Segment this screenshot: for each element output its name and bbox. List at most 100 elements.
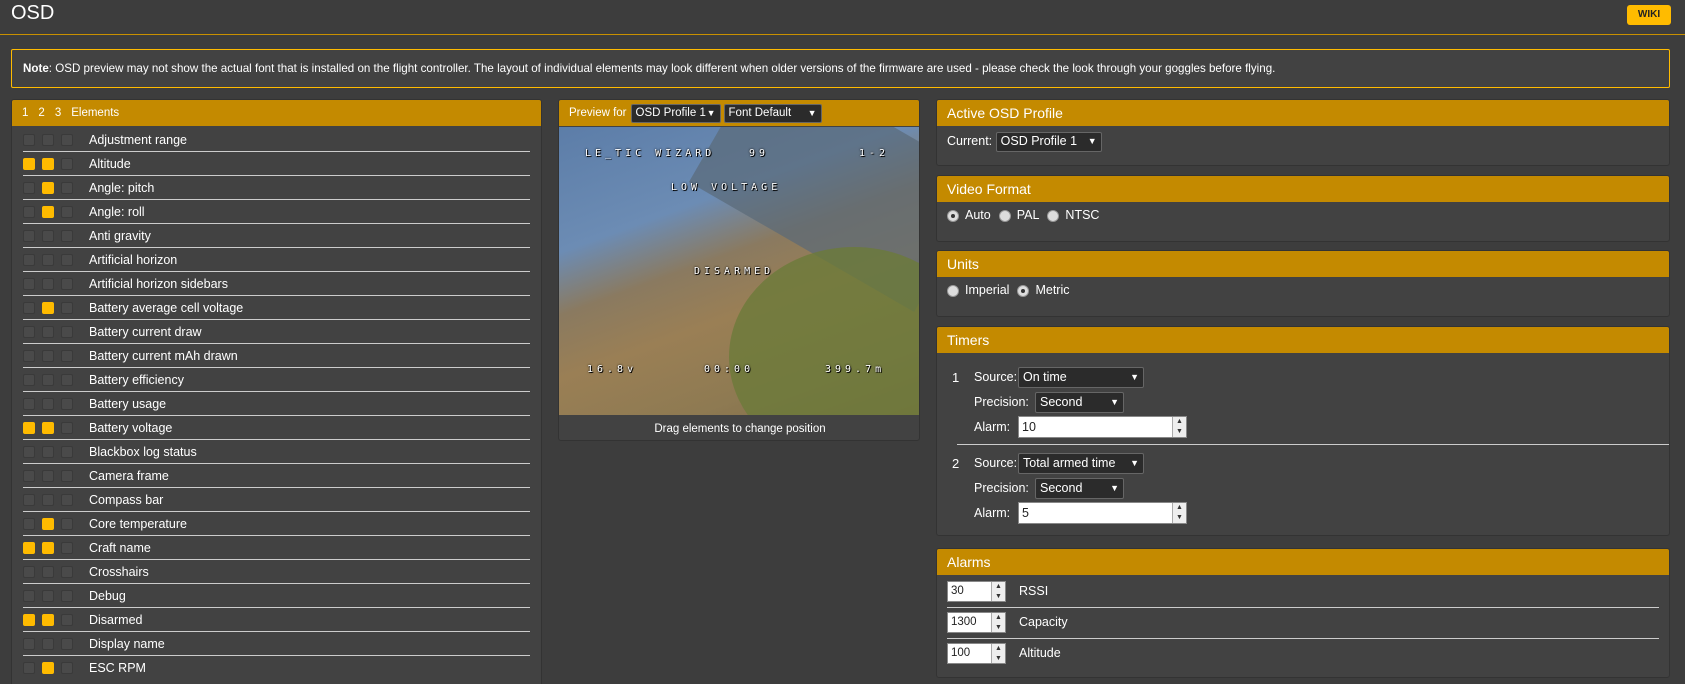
profile-1-checkbox[interactable] xyxy=(23,349,35,362)
radio-button[interactable] xyxy=(1017,284,1030,297)
profile-1-checkbox[interactable] xyxy=(23,133,35,146)
profile-1-checkbox[interactable] xyxy=(23,373,35,386)
spinner-icon[interactable]: ▲ ▼ xyxy=(1172,417,1186,437)
profile-3-checkbox[interactable] xyxy=(61,133,73,146)
profile-3-checkbox[interactable] xyxy=(61,469,73,482)
radio-button[interactable] xyxy=(947,209,959,222)
profile-3-checkbox[interactable] xyxy=(61,301,73,314)
osd-battery-voltage[interactable]: 16.8v xyxy=(587,364,637,375)
profile-1-checkbox[interactable] xyxy=(23,181,35,194)
spinner-icon[interactable]: ▲ ▼ xyxy=(1172,503,1186,523)
osd-preview-canvas[interactable]: LE_TIC WIZARD 99 1-2 LOW VOLTAGE DISARME… xyxy=(559,127,919,415)
spinner-icon[interactable]: ▲ ▼ xyxy=(991,613,1005,632)
profile-1-checkbox[interactable] xyxy=(23,637,35,650)
profile-1-checkbox[interactable] xyxy=(23,517,35,530)
profile-3-checkbox[interactable] xyxy=(61,253,73,266)
profile-2-checkbox[interactable] xyxy=(42,253,54,266)
profile-2-checkbox[interactable] xyxy=(42,493,54,506)
profile-1-checkbox[interactable] xyxy=(23,325,35,338)
profile-3-checkbox[interactable] xyxy=(61,565,73,578)
profile-3-checkbox[interactable] xyxy=(61,517,73,530)
alarm-value-input[interactable]: 1300 ▲ ▼ xyxy=(947,612,1006,633)
profile-2-checkbox[interactable] xyxy=(42,277,54,290)
profile-1-checkbox[interactable] xyxy=(23,157,35,170)
profile-3-checkbox[interactable] xyxy=(61,229,73,242)
wiki-button[interactable]: WIKI xyxy=(1627,5,1671,25)
profile-3-checkbox[interactable] xyxy=(61,541,73,554)
profile-2-checkbox[interactable] xyxy=(42,421,54,434)
profile-3-checkbox[interactable] xyxy=(61,181,73,194)
profile-3-checkbox[interactable] xyxy=(61,637,73,650)
profile-3-checkbox[interactable] xyxy=(61,277,73,290)
profile-3-checkbox[interactable] xyxy=(61,662,73,674)
profile-2-checkbox[interactable] xyxy=(42,469,54,482)
osd-timer[interactable]: 00:00 xyxy=(704,364,754,375)
profile-2-checkbox[interactable] xyxy=(42,157,54,170)
spinner-icon[interactable]: ▲ ▼ xyxy=(991,644,1005,663)
radio-button[interactable] xyxy=(998,209,1011,222)
profile-2-checkbox[interactable] xyxy=(42,181,54,194)
profile-2-checkbox[interactable] xyxy=(42,397,54,410)
profile-2-checkbox[interactable] xyxy=(42,565,54,578)
profile-1-checkbox[interactable] xyxy=(23,613,35,626)
profile-2-checkbox[interactable] xyxy=(42,205,54,218)
profile-2-checkbox[interactable] xyxy=(42,541,54,554)
profile-2-checkbox[interactable] xyxy=(42,301,54,314)
profile-3-checkbox[interactable] xyxy=(61,205,73,218)
profile-1-checkbox[interactable] xyxy=(23,205,35,218)
profile-1-checkbox[interactable] xyxy=(23,445,35,458)
alarm-value-input[interactable]: 30 ▲ ▼ xyxy=(947,581,1006,602)
profile-2-checkbox[interactable] xyxy=(42,589,54,602)
osd-warning[interactable]: LOW VOLTAGE xyxy=(671,182,781,193)
profile-3-checkbox[interactable] xyxy=(61,445,73,458)
profile-1-checkbox[interactable] xyxy=(23,541,35,554)
profile-2-checkbox[interactable] xyxy=(42,637,54,650)
profile-1-checkbox[interactable] xyxy=(23,589,35,602)
alarm-value-input[interactable]: 100 ▲ ▼ xyxy=(947,643,1006,664)
profile-2-checkbox[interactable] xyxy=(42,133,54,146)
profile-3-checkbox[interactable] xyxy=(61,349,73,362)
timer-alarm-input[interactable]: 5 ▲ ▼ xyxy=(1018,502,1187,524)
preview-profile-select[interactable]: OSD Profile 1 ▼ xyxy=(630,103,721,123)
profile-2-checkbox[interactable] xyxy=(42,373,54,386)
profile-2-checkbox[interactable] xyxy=(42,325,54,338)
osd-disarmed[interactable]: DISARMED xyxy=(694,266,774,277)
osd-craft-name[interactable]: LE_TIC WIZARD xyxy=(585,148,715,159)
profile-3-checkbox[interactable] xyxy=(61,397,73,410)
units-option[interactable]: Imperial xyxy=(947,283,1009,297)
radio-button[interactable] xyxy=(1047,209,1060,222)
profile-3-checkbox[interactable] xyxy=(61,589,73,602)
profile-2-checkbox[interactable] xyxy=(42,445,54,458)
profile-3-checkbox[interactable] xyxy=(61,493,73,506)
profile-3-checkbox[interactable] xyxy=(61,373,73,386)
video-format-option[interactable]: NTSC xyxy=(1047,208,1099,222)
profile-2-checkbox[interactable] xyxy=(42,229,54,242)
profile-2-checkbox[interactable] xyxy=(42,349,54,362)
profile-2-checkbox[interactable] xyxy=(42,613,54,626)
font-select[interactable]: Font Default ▼ xyxy=(723,103,822,123)
profile-2-checkbox[interactable] xyxy=(42,662,54,674)
profile-2-checkbox[interactable] xyxy=(42,517,54,530)
timer-precision-select[interactable]: Second ▼ xyxy=(1035,478,1124,499)
osd-rssi[interactable]: 99 xyxy=(749,148,769,159)
profile-1-checkbox[interactable] xyxy=(23,662,35,674)
osd-altitude[interactable]: 399.7m xyxy=(825,364,885,375)
units-option[interactable]: Metric xyxy=(1017,283,1070,297)
profile-1-checkbox[interactable] xyxy=(23,421,35,434)
radio-button[interactable] xyxy=(947,284,959,297)
profile-1-checkbox[interactable] xyxy=(23,253,35,266)
profile-3-checkbox[interactable] xyxy=(61,325,73,338)
profile-3-checkbox[interactable] xyxy=(61,157,73,170)
profile-1-checkbox[interactable] xyxy=(23,493,35,506)
profile-1-checkbox[interactable] xyxy=(23,397,35,410)
timer-alarm-input[interactable]: 10 ▲ ▼ xyxy=(1018,416,1187,438)
timer-precision-select[interactable]: Second ▼ xyxy=(1035,392,1124,413)
video-format-option[interactable]: Auto xyxy=(947,208,991,222)
profile-1-checkbox[interactable] xyxy=(23,565,35,578)
profile-3-checkbox[interactable] xyxy=(61,421,73,434)
video-format-option[interactable]: PAL xyxy=(998,208,1039,222)
active-profile-select[interactable]: OSD Profile 1 ▼ xyxy=(995,132,1102,152)
profile-1-checkbox[interactable] xyxy=(23,229,35,242)
profile-1-checkbox[interactable] xyxy=(23,469,35,482)
spinner-icon[interactable]: ▲ ▼ xyxy=(991,582,1005,601)
